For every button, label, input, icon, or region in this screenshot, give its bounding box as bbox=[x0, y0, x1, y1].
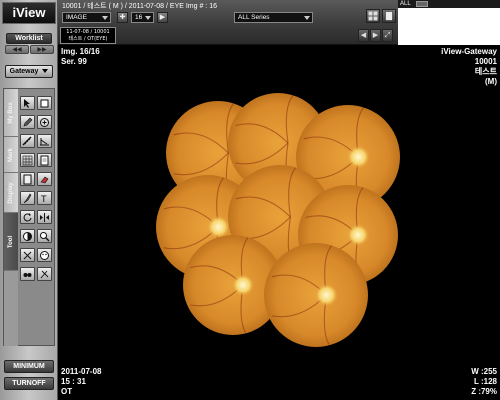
zoom-level: Z :79% bbox=[471, 387, 497, 396]
tab-my-box[interactable]: My Box bbox=[4, 89, 18, 137]
series-select[interactable]: ALL Series bbox=[234, 12, 313, 23]
rotate-icon[interactable] bbox=[20, 210, 35, 224]
frame-next-button[interactable]: ▶ bbox=[157, 12, 168, 23]
cross-icon[interactable] bbox=[20, 248, 35, 262]
page-icon bbox=[385, 11, 393, 21]
measure-icon[interactable] bbox=[37, 134, 52, 148]
chevron-down-icon bbox=[304, 16, 310, 20]
frame-select-value: 16 bbox=[135, 14, 143, 21]
tab-label: Display bbox=[8, 181, 14, 204]
gateway-label: Gateway bbox=[9, 68, 39, 75]
patient-sex: (M) bbox=[485, 77, 497, 86]
patient-id: 10001 bbox=[474, 57, 497, 66]
worklist-button[interactable]: Worklist bbox=[6, 33, 52, 44]
study-info-line: 10001 / 테스트 ( M ) / 2011-07-08 / EYE Img… bbox=[62, 3, 217, 10]
zoom-plus-icon[interactable] bbox=[37, 115, 52, 129]
patient-name: 테스트 bbox=[474, 67, 497, 76]
series-index: Ser. 99 bbox=[61, 57, 87, 66]
invert-icon[interactable] bbox=[20, 229, 35, 243]
series-select-value: ALL Series bbox=[238, 14, 270, 21]
prev-arrow-button[interactable]: ◀◀ bbox=[5, 45, 29, 54]
fundus-photo bbox=[264, 243, 368, 347]
layout-single-button[interactable] bbox=[382, 9, 396, 23]
ruler-icon[interactable] bbox=[20, 134, 35, 148]
window-width: W :255 bbox=[471, 367, 497, 376]
glasses-icon[interactable] bbox=[20, 267, 35, 281]
frame-select[interactable]: 16 bbox=[131, 12, 154, 23]
tab-display[interactable]: Display bbox=[4, 173, 18, 213]
gateway-button[interactable]: Gateway bbox=[5, 65, 53, 78]
window-icon[interactable] bbox=[37, 96, 52, 110]
svg-text:T: T bbox=[40, 195, 47, 204]
thumb-line1: 11-07-08 / 10001 bbox=[66, 29, 110, 35]
flip-icon[interactable] bbox=[37, 210, 52, 224]
tab-label: My Box bbox=[8, 101, 14, 124]
modality-select[interactable]: IMAGE bbox=[62, 12, 111, 23]
next-arrow-button[interactable]: ▶▶ bbox=[30, 45, 54, 54]
series-next-button[interactable]: ▶ bbox=[370, 29, 381, 42]
text-icon[interactable]: T bbox=[37, 191, 52, 205]
modality-label: OT bbox=[61, 387, 73, 396]
chevron-down-icon bbox=[145, 16, 151, 20]
thumb-line2: 테스트 / OT(EYE) bbox=[68, 36, 108, 42]
corner-tab[interactable] bbox=[416, 1, 428, 7]
select-arrow-icon[interactable] bbox=[20, 96, 35, 110]
fundus-mosaic-image bbox=[156, 93, 400, 347]
note-icon[interactable] bbox=[37, 153, 52, 167]
layout-grid-button[interactable] bbox=[366, 9, 380, 23]
modality-select-value: IMAGE bbox=[66, 14, 87, 21]
tool-panel: My Box Mark Display Tool T bbox=[3, 88, 55, 346]
series-prev-button[interactable]: ◀ bbox=[358, 29, 369, 42]
all-tab-label[interactable]: ALL bbox=[400, 0, 411, 8]
left-sidebar: iView Worklist ◀◀ ▶▶ Gateway My Box Mark… bbox=[0, 0, 58, 400]
grid-icon[interactable] bbox=[20, 153, 35, 167]
series-expand-button[interactable]: ⤢ bbox=[382, 29, 393, 42]
app-logo: iView bbox=[2, 2, 56, 24]
window-level: L :128 bbox=[474, 377, 497, 386]
chevron-down-icon bbox=[42, 69, 49, 74]
corner-panel: ALL bbox=[398, 0, 500, 45]
tab-filler bbox=[4, 271, 18, 346]
eraser-icon[interactable] bbox=[37, 172, 52, 186]
series-thumbnail[interactable]: 11-07-08 / 10001 테스트 / OT(EYE) bbox=[60, 27, 116, 44]
minimum-button[interactable]: MINIMUM bbox=[4, 360, 54, 373]
study-time: 15 : 31 bbox=[61, 377, 86, 386]
tab-mark[interactable]: Mark bbox=[4, 137, 18, 173]
brush-icon[interactable] bbox=[20, 191, 35, 205]
magnify-icon[interactable] bbox=[37, 229, 52, 243]
face-icon[interactable] bbox=[37, 248, 52, 262]
tab-label: Tool bbox=[8, 235, 14, 248]
image-index: Img. 16/16 bbox=[61, 47, 100, 56]
frame-prev-button[interactable]: ✚ bbox=[117, 12, 128, 23]
tab-label: Mark bbox=[8, 147, 14, 162]
study-date: 2011-07-08 bbox=[61, 367, 102, 376]
chevron-down-icon bbox=[102, 16, 108, 20]
server-name: iView-Gateway bbox=[441, 47, 497, 56]
page-icon[interactable] bbox=[20, 172, 35, 186]
settings-icon[interactable] bbox=[37, 267, 52, 281]
grid-icon bbox=[368, 11, 378, 21]
tab-tool[interactable]: Tool bbox=[4, 213, 18, 271]
turnoff-button[interactable]: TURNOFF bbox=[4, 377, 54, 390]
pencil-icon[interactable] bbox=[20, 115, 35, 129]
image-viewer[interactable]: Img. 16/16 Ser. 99 iView-Gateway 10001 테… bbox=[58, 45, 500, 400]
corner-bar: ALL bbox=[398, 0, 500, 8]
